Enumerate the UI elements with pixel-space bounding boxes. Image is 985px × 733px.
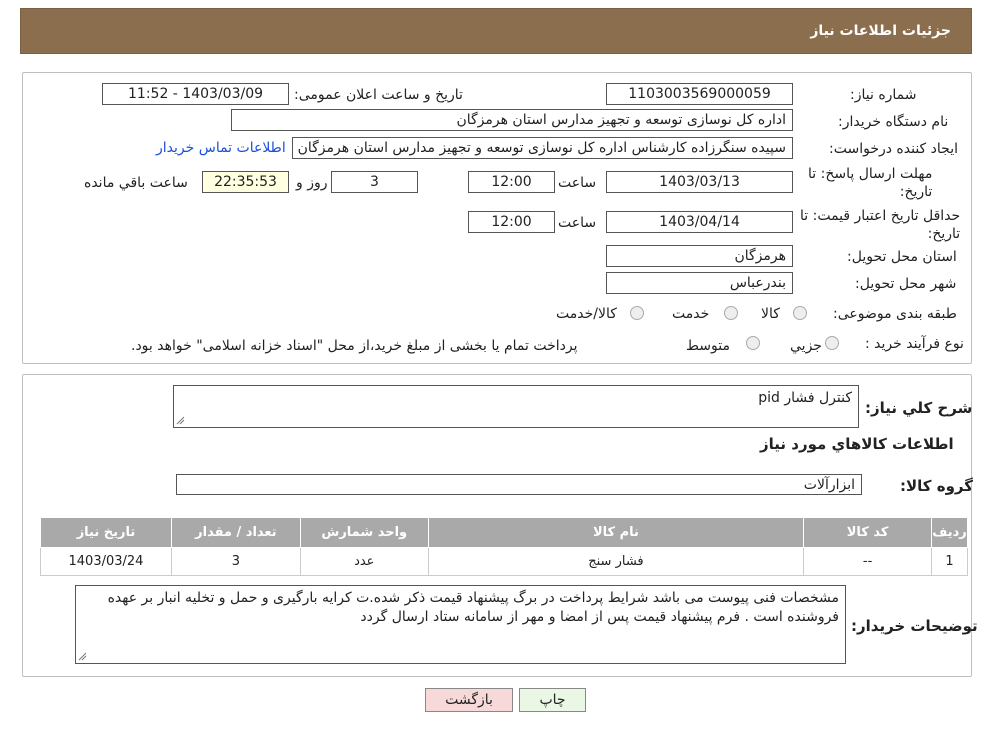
buyer-notes-textarea: مشخصات فنی پیوست می باشد شرایط پرداخت در…: [75, 585, 846, 664]
buyer-org-label: نام دستگاه خریدار:: [838, 114, 949, 130]
deadline-label-line2: تاریخ:: [899, 184, 933, 200]
col-quantity: تعداد / مقدار: [170, 517, 301, 548]
col-unit: واحد شمارش: [299, 517, 429, 548]
process-note: پرداخت تمام یا بخشی از مبلغ خرید،از محل …: [131, 338, 578, 354]
province-label: استان محل تحویل:: [847, 249, 957, 265]
need-number-label: شماره نیاز:: [850, 87, 917, 103]
validity-time-label: ساعت: [558, 215, 597, 231]
page-header: جزئیات اطلاعات نیاز: [20, 8, 972, 54]
buyer-notes-label: توضیحات خریدار:: [851, 617, 978, 635]
city-field: بندرعباس: [606, 272, 793, 294]
goods-group-field: ابزارآلات: [176, 474, 862, 495]
category-radio-goods[interactable]: [793, 306, 807, 320]
deadline-label-line1: مهلت ارسال پاسخ: تا: [808, 166, 933, 182]
cell-unit: عدد: [299, 547, 429, 576]
cell-goods-name: فشار سنج: [427, 547, 805, 576]
category-radio-goods-service[interactable]: [630, 306, 644, 320]
process-medium-label: متوسط: [686, 338, 730, 354]
process-label: نوع فرآیند خرید :: [865, 336, 964, 352]
col-row-number: رديف: [931, 517, 968, 548]
resize-grip-icon: [78, 652, 87, 661]
process-minor-label: جزيي: [790, 338, 822, 354]
remaining-time-field: 22:35:53: [202, 171, 289, 193]
remaining-time-label: ساعت باقي مانده: [84, 175, 188, 191]
cell-row-number: 1: [931, 547, 968, 576]
col-need-date: تاريخ نياز: [40, 517, 172, 548]
category-service-label: خدمت: [672, 306, 710, 322]
cell-need-date: 1403/03/24: [40, 547, 172, 576]
creator-label: ایجاد کننده درخواست:: [829, 141, 958, 157]
print-button[interactable]: چاپ: [519, 688, 586, 712]
category-goods-service-label: کالا/خدمت: [556, 306, 617, 322]
province-field: هرمزگان: [606, 245, 793, 267]
announce-label: تاریخ و ساعت اعلان عمومی:: [294, 87, 463, 103]
city-label: شهر محل تحویل:: [855, 276, 957, 292]
need-number-field: 1103003569000059: [606, 83, 793, 105]
days-remaining-field: 3: [331, 171, 418, 193]
summary-text: کنترل فشار pid: [758, 390, 852, 406]
creator-field: سپیده سنگرزاده کارشناس اداره کل نوسازی ت…: [292, 137, 793, 159]
validity-label-line2: تاریخ:: [927, 226, 961, 242]
goods-table-wrapper: رديف كد كالا نام كالا واحد شمارش تعداد /…: [40, 517, 968, 576]
category-radio-service[interactable]: [724, 306, 738, 320]
buyer-notes-text: مشخصات فنی پیوست می باشد شرایط پرداخت در…: [107, 590, 839, 625]
cell-goods-code: --: [803, 547, 933, 576]
goods-table-header-row: رديف كد كالا نام كالا واحد شمارش تعداد /…: [40, 517, 968, 548]
back-button[interactable]: بازگشت: [425, 688, 513, 712]
page-title: جزئیات اطلاعات نیاز: [810, 23, 951, 39]
col-goods-name: نام كالا: [427, 517, 805, 548]
deadline-date-field: 1403/03/13: [606, 171, 793, 193]
days-word: روز و: [296, 175, 328, 191]
resize-grip-icon: [176, 416, 185, 425]
buyer-org-field: اداره کل نوسازی توسعه و تجهیز مدارس استا…: [231, 109, 793, 131]
process-radio-minor[interactable]: [825, 336, 839, 350]
announce-field: 1403/03/09 - 11:52: [102, 83, 289, 105]
summary-textarea: کنترل فشار pid: [173, 385, 859, 428]
validity-label: حداقل تاریخ اعتبار قیمت: تا تاریخ:: [800, 207, 960, 243]
buyer-contact-link[interactable]: اطلاعات تماس خریدار: [156, 140, 286, 156]
goods-table: رديف كد كالا نام كالا واحد شمارش تعداد /…: [40, 517, 968, 576]
validity-date-field: 1403/04/14: [606, 211, 793, 233]
deadline-label: مهلت ارسال پاسخ: تا تاریخ:: [808, 165, 932, 201]
table-row: 1 -- فشار سنج عدد 3 1403/03/24: [40, 547, 968, 576]
validity-time-field: 12:00: [468, 211, 555, 233]
goods-info-title: اطلاعات كالاهاي مورد نياز: [760, 435, 954, 453]
deadline-time-field: 12:00: [468, 171, 555, 193]
category-label: طبقه بندی موضوعی:: [833, 306, 957, 322]
deadline-time-label: ساعت: [558, 175, 597, 191]
summary-label: شرح كلي نياز:: [865, 399, 973, 417]
col-goods-code: كد كالا: [803, 517, 933, 548]
goods-group-label: گروه کالا:: [900, 477, 973, 495]
validity-label-line1: حداقل تاریخ اعتبار قیمت: تا: [800, 208, 961, 224]
cell-quantity: 3: [170, 547, 301, 576]
category-goods-label: کالا: [761, 306, 780, 322]
process-radio-medium[interactable]: [746, 336, 760, 350]
